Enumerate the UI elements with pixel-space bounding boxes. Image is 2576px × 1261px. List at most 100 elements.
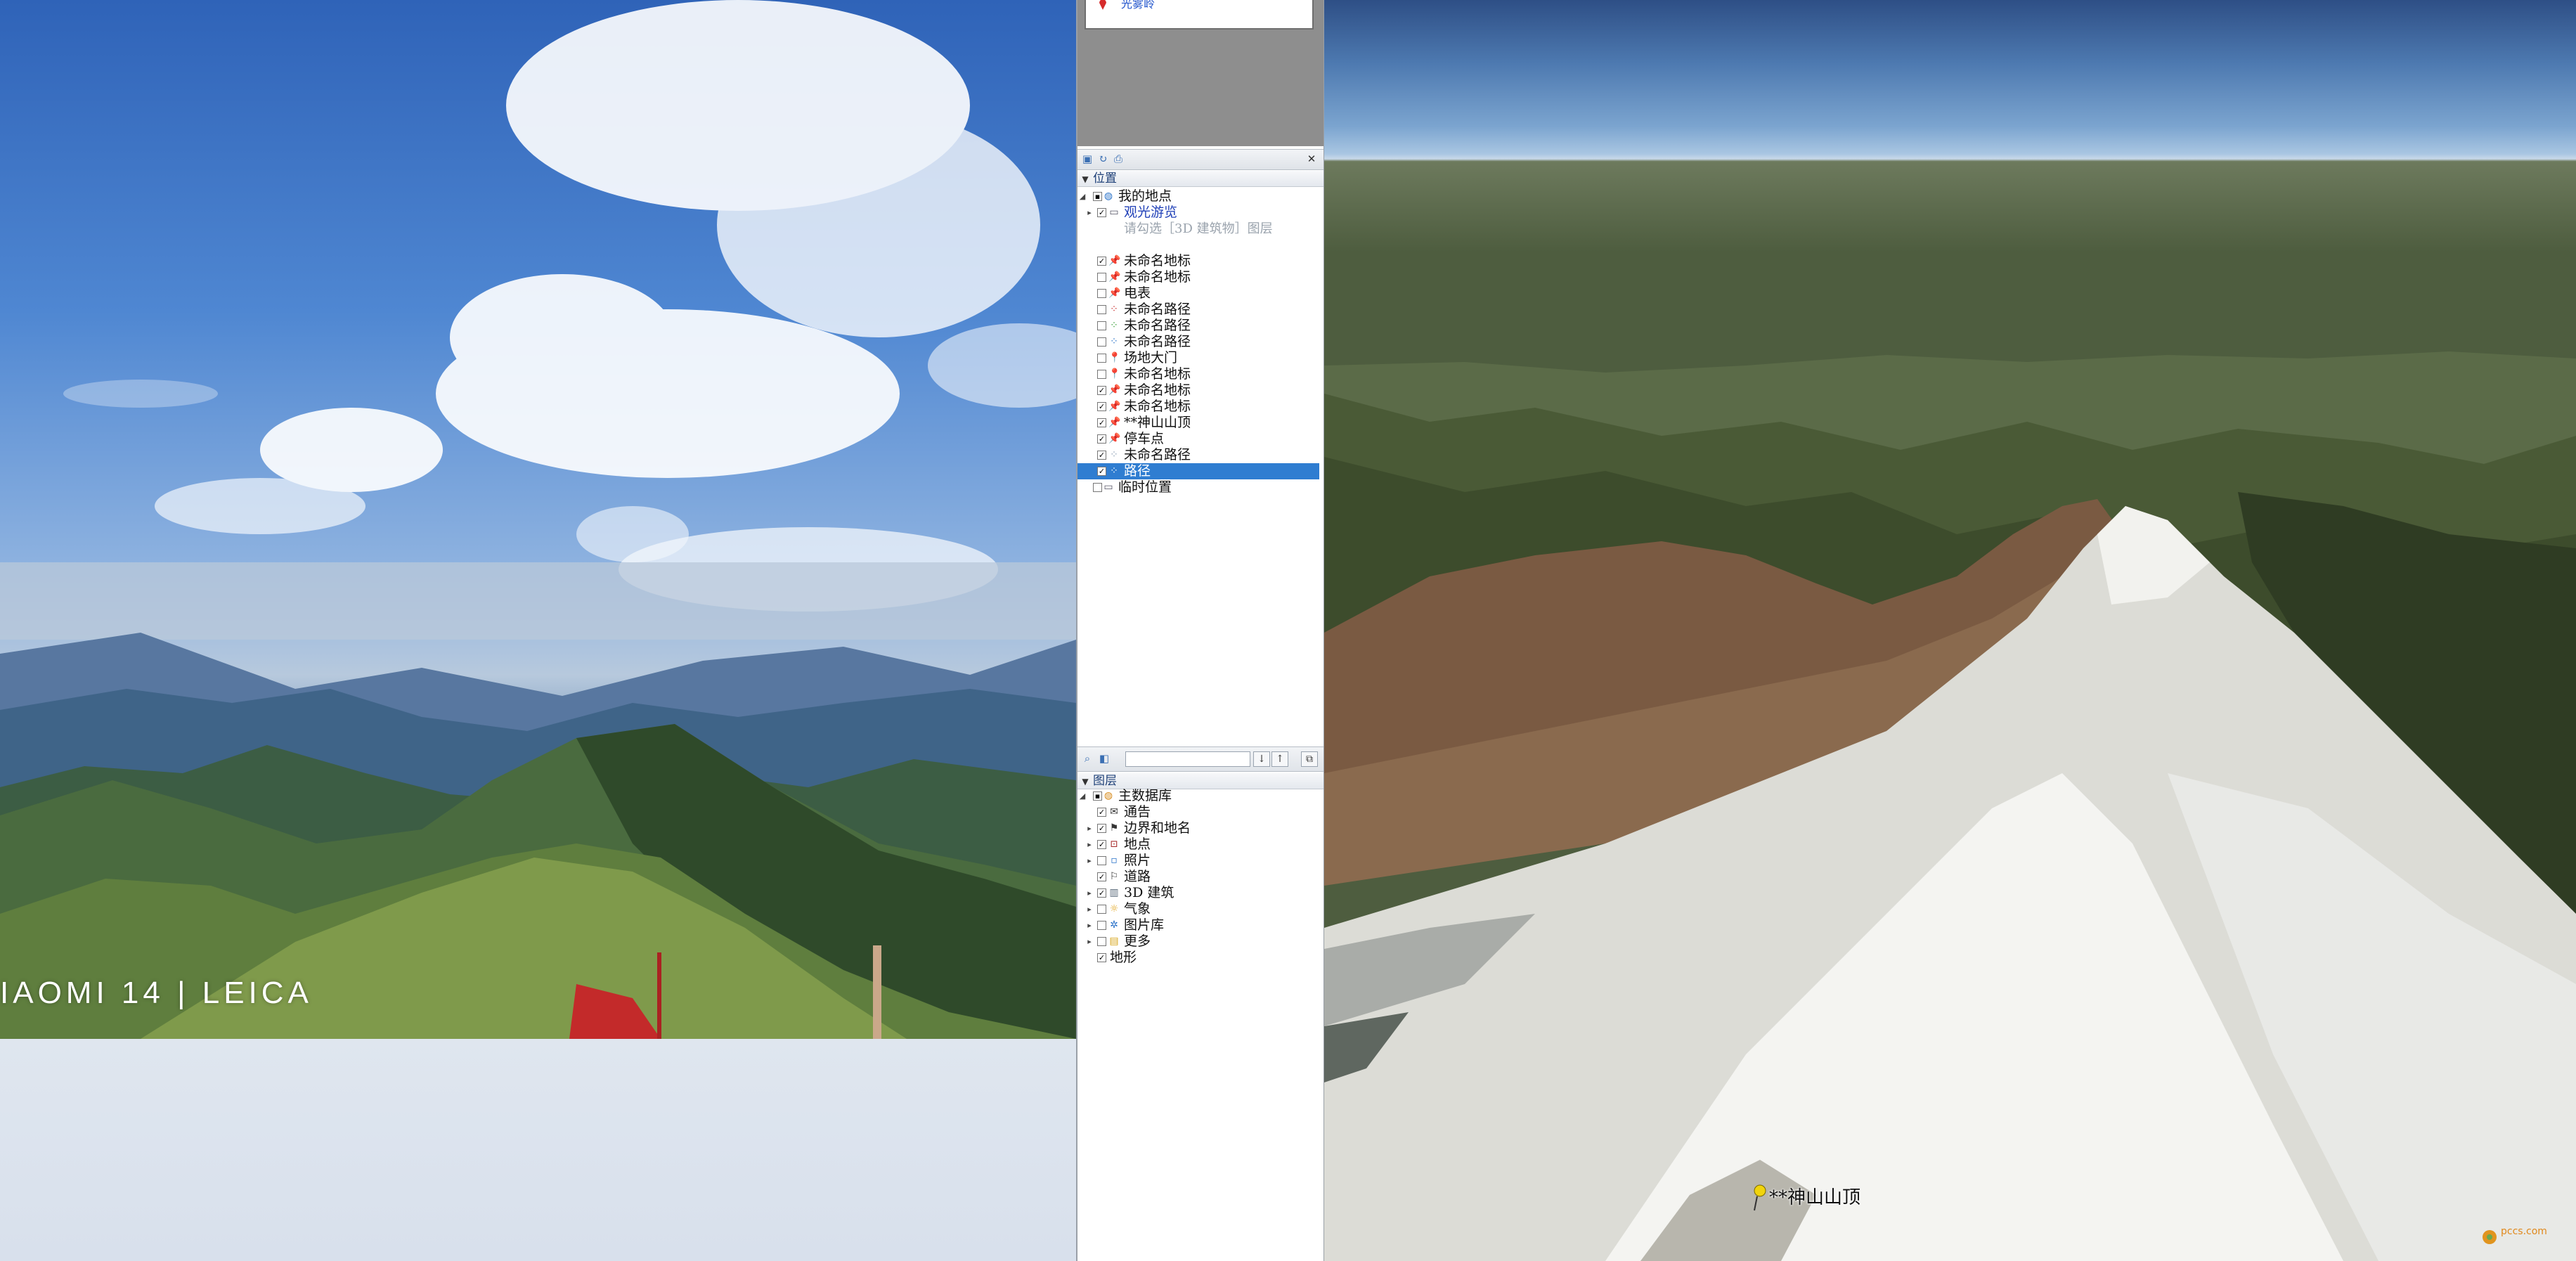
layer-item[interactable]: ▸ ☼ 气象 (1077, 901, 1319, 917)
checkbox[interactable]: ✓ (1097, 840, 1106, 849)
tree-item-placemark[interactable]: 📍 场地大门 (1077, 350, 1319, 366)
path-icon: ⁘ (1110, 336, 1118, 347)
layer-item-label: 地形 (1110, 950, 1137, 965)
layers-search-bar: ⌕ ◧ ↓ ↑ ⧉ (1077, 746, 1323, 772)
checkbox[interactable]: ✓ (1097, 402, 1106, 411)
tree-item-path[interactable]: ⁘ 未命名路径 (1077, 318, 1319, 334)
checkbox[interactable]: ✓ (1097, 451, 1106, 460)
tree-item-placemark[interactable]: ✓ 📌 **神山山顶 (1077, 415, 1319, 431)
checkbox[interactable]: ✓ (1097, 208, 1106, 217)
collapse-triangle-icon[interactable]: ▼ (1077, 172, 1093, 187)
layer-item[interactable]: ▸ ✲ 图片库 (1077, 917, 1319, 933)
tree-item-placemark[interactable]: 📌 电表 (1077, 285, 1319, 302)
checkbox[interactable]: ✓ (1097, 434, 1106, 444)
search-prev-button[interactable]: ↑ (1271, 751, 1288, 767)
checkbox[interactable] (1097, 305, 1106, 314)
close-icon[interactable]: ✕ (1306, 153, 1317, 164)
layer-item-terrain[interactable]: ✓ 地形 (1077, 950, 1319, 966)
checkbox[interactable] (1097, 370, 1106, 379)
checkbox[interactable] (1093, 483, 1102, 492)
tree-item-label: 未命名地标 (1124, 382, 1191, 398)
collapse-arrow-icon[interactable]: ◢ (1077, 788, 1087, 804)
tree-item-label: 未命名路径 (1124, 302, 1191, 317)
expand-arrow-icon[interactable]: ▸ (1085, 933, 1094, 950)
checkbox[interactable] (1097, 856, 1106, 865)
checkbox[interactable]: ▪ (1093, 791, 1102, 801)
checkbox[interactable] (1097, 905, 1106, 914)
checkbox[interactable]: ✓ (1097, 888, 1106, 898)
checkbox[interactable]: ▪ (1093, 192, 1102, 201)
layers-search-input[interactable] (1125, 751, 1250, 767)
tree-item-my-places[interactable]: ◢ ▪ ◍ 我的地点 (1077, 188, 1319, 205)
collapse-triangle-icon[interactable]: ▼ (1077, 774, 1093, 789)
expand-arrow-icon[interactable]: ▸ (1085, 820, 1094, 836)
layers-header[interactable]: ▼ 图层 (1077, 773, 1323, 789)
pushpin-icon[interactable] (1753, 1184, 1767, 1212)
checkbox[interactable]: ✓ (1097, 953, 1106, 962)
checkbox[interactable] (1097, 337, 1106, 347)
places-header[interactable]: ▼ 位置 (1077, 171, 1323, 187)
expand-arrow-icon[interactable]: ▸ (1085, 917, 1094, 933)
expand-arrow-icon[interactable]: ▸ (1085, 901, 1094, 917)
tree-item-temporary-places[interactable]: ▭ 临时位置 (1077, 479, 1319, 496)
tree-item-placemark[interactable]: ✓ 📌 未命名地标 (1077, 382, 1319, 399)
layer-item[interactable]: ✓ ✉ 通告 (1077, 804, 1319, 820)
tree-item-placemark[interactable]: ✓ 📌 未命名地标 (1077, 253, 1319, 269)
tree-item-label: 路径 (1124, 463, 1151, 479)
layer-item[interactable]: ▸ ▤ 更多 (1077, 933, 1319, 950)
search-icon[interactable]: ⌕ (1082, 753, 1093, 764)
layer-item[interactable]: ▸ ▫ 照片 (1077, 853, 1319, 869)
watermark-logo-icon (2483, 1230, 2497, 1244)
checkbox[interactable] (1097, 289, 1106, 298)
globe-icon: ◍ (1103, 190, 1113, 202)
checkbox[interactable]: ✓ (1097, 824, 1106, 833)
checkbox[interactable] (1097, 937, 1106, 946)
expand-arrow-icon[interactable]: ▸ (1085, 205, 1094, 221)
tree-item-path-selected[interactable]: ✓ ⁘ 路径 (1077, 463, 1319, 479)
print-icon[interactable]: ⎙ (1113, 153, 1124, 164)
tree-item-path[interactable]: ✓ ⁘ 未命名路径 (1077, 447, 1319, 463)
checkbox[interactable] (1097, 321, 1106, 330)
tree-item-sightseeing[interactable]: ▸ ✓ ▭ 观光游览 (1077, 205, 1319, 221)
layer-item[interactable]: ▸ ✓ ⊡ 地点 (1077, 836, 1319, 853)
placemark-label[interactable]: **神山山顶 (1769, 1183, 1860, 1209)
tree-item-path[interactable]: ⁘ 未命名路径 (1077, 302, 1319, 318)
expand-arrow-icon[interactable]: ▸ (1085, 885, 1094, 901)
layers-options-button[interactable]: ⧉ (1301, 751, 1318, 767)
checkbox[interactable]: ✓ (1097, 418, 1106, 427)
layer-item[interactable]: ▸ ✓ ⚑ 边界和地名 (1077, 820, 1319, 836)
expand-arrow-icon[interactable]: ▸ (1085, 836, 1094, 853)
checkbox[interactable] (1097, 921, 1106, 930)
checkbox[interactable]: ✓ (1097, 467, 1106, 476)
checkbox[interactable] (1097, 273, 1106, 282)
places-header-label: 位置 (1093, 172, 1117, 186)
tree-item-placemark[interactable]: 📌 未命名地标 (1077, 269, 1319, 285)
layer-item[interactable]: ✓ ⚐ 道路 (1077, 869, 1319, 885)
checkbox[interactable]: ✓ (1097, 872, 1106, 881)
earth-3d-view[interactable] (1324, 0, 2576, 1261)
layer-item[interactable]: ▸ ✓ ▥ 3D 建筑 (1077, 885, 1319, 901)
panel-toggle-icon[interactable]: ◧ (1099, 753, 1110, 764)
tree-item-label: 未命名路径 (1124, 318, 1191, 333)
tree-item-label: 未命名地标 (1124, 366, 1191, 382)
layer-item-label: 道路 (1124, 869, 1151, 884)
search-result-item[interactable]: 光雾岭 (1085, 0, 1314, 30)
checkbox[interactable]: ✓ (1097, 257, 1106, 266)
search-next-button[interactable]: ↓ (1253, 751, 1270, 767)
tree-item-hint: 请勾选［3D 建筑物］图层 (1077, 221, 1319, 237)
add-folder-icon[interactable]: ▣ (1082, 153, 1093, 164)
tree-item-placemark[interactable]: ✓ 📌 停车点 (1077, 431, 1319, 447)
path-icon: ⁘ (1110, 304, 1118, 315)
layer-item-primary-database[interactable]: ◢ ▪ ◍ 主数据库 (1077, 788, 1319, 804)
collapse-arrow-icon[interactable]: ◢ (1077, 188, 1087, 205)
expand-arrow-icon[interactable]: ▸ (1085, 853, 1094, 869)
tree-item-placemark[interactable]: 📍 未命名地标 (1077, 366, 1319, 382)
tree-item-placemark[interactable]: ✓ 📌 未命名地标 (1077, 399, 1319, 415)
gallery-icon: ✲ (1110, 919, 1118, 931)
checkbox[interactable]: ✓ (1097, 386, 1106, 395)
checkbox[interactable] (1097, 354, 1106, 363)
tree-item-path[interactable]: ⁘ 未命名路径 (1077, 334, 1319, 350)
refresh-icon[interactable]: ↻ (1097, 153, 1108, 164)
checkbox[interactable]: ✓ (1097, 808, 1106, 817)
location-pin-icon (1099, 0, 1106, 10)
